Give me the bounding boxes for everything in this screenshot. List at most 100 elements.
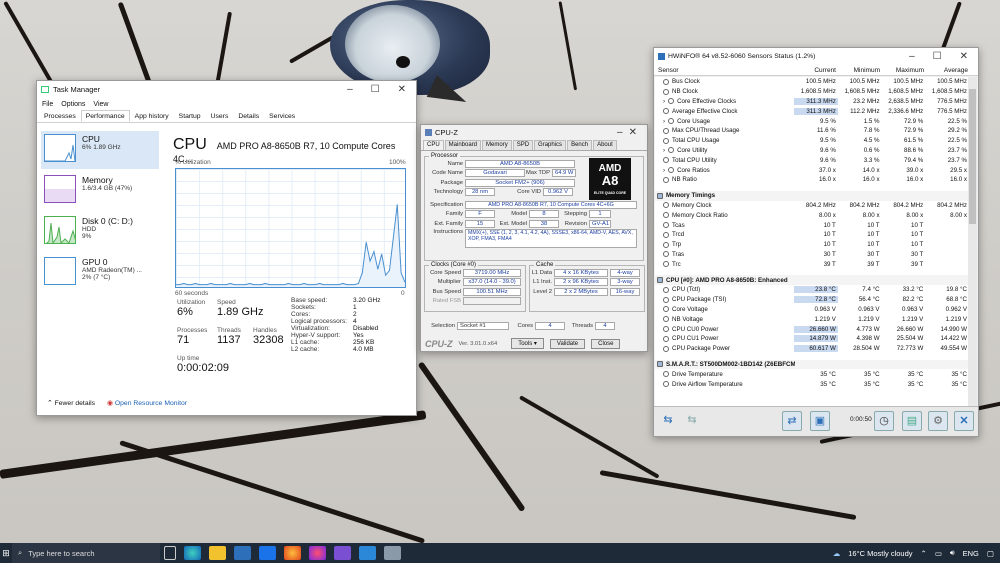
column-header-maximum[interactable]: Maximum xyxy=(882,67,926,74)
sensor-row[interactable]: › Core Usage 9.5 % 1.5 % 72.9 % 22.5 % xyxy=(655,116,969,126)
clock-icon[interactable]: ◷ xyxy=(874,411,894,431)
sensor-row[interactable]: Trc 39 T 39 T 39 T xyxy=(655,259,969,269)
sensor-row[interactable]: Average Effective Clock 311.3 MHz 112.2 MH… xyxy=(655,106,969,116)
weather-icon[interactable]: ☁ xyxy=(833,549,841,558)
edge-icon[interactable] xyxy=(184,546,201,560)
expand-chevron-icon[interactable]: › xyxy=(663,167,665,174)
open-resource-monitor-link[interactable]: ◉ Open Resource Monitor xyxy=(107,399,187,407)
tab-app-history[interactable]: App history xyxy=(130,110,174,122)
minimize-icon[interactable]: – xyxy=(909,51,915,62)
socket-select[interactable]: Socket #1 xyxy=(457,321,509,330)
tab-startup[interactable]: Startup xyxy=(174,110,206,122)
sensor-row[interactable]: Drive Temperature 35 °C 35 °C 35 °C 35 °C xyxy=(655,369,969,379)
sidebar-item-gpu[interactable]: GPU 0 AMD Radeon(TM) ... 2% (7 °C) xyxy=(41,254,159,292)
sensor-row[interactable]: Core Voltage 0.963 V 0.963 V 0.963 V 0.962 V xyxy=(655,305,969,315)
sensor-row[interactable]: CPU CU1 Power 14.879 W 4.398 W 25.504 W 14.4… xyxy=(655,334,969,344)
vertical-scrollbar[interactable] xyxy=(968,77,977,407)
sensor-row[interactable]: NB Voltage 1.219 V 1.219 V 1.219 V 1.219 V xyxy=(655,314,969,324)
minimize-icon[interactable]: – xyxy=(617,127,623,138)
expand-chevron-icon[interactable]: › xyxy=(663,147,665,154)
tab-processes[interactable]: Processes xyxy=(39,110,81,122)
firefox-icon[interactable] xyxy=(284,546,301,560)
sensor-row[interactable]: Max CPU/Thread Usage 11.6 % 7.8 % 72.9 % 29.… xyxy=(655,126,969,136)
hwinfo-titlebar[interactable]: HWiNFO® 64 v8.52-6060 Sensors Status (1.… xyxy=(654,48,978,65)
tab-cpu[interactable]: CPU xyxy=(423,140,444,150)
network-icon[interactable]: ⇄ xyxy=(782,411,802,431)
sidebar-item-cpu[interactable]: CPU 6% 1.89 GHz xyxy=(41,131,159,169)
column-header-current[interactable]: Current xyxy=(794,67,838,74)
maximize-icon[interactable]: ☐ xyxy=(933,51,942,62)
minimize-icon[interactable]: – xyxy=(347,84,353,95)
tab-graphics[interactable]: Graphics xyxy=(534,140,567,150)
settings-icon[interactable]: ⚙ xyxy=(928,411,948,431)
sensor-row[interactable]: CPU (Tctl) 23.8 °C 7.4 °C 33.2 °C 19.8 °C xyxy=(655,285,969,295)
weather-text[interactable]: 16°C Mostly cloudy xyxy=(848,549,912,558)
search-box[interactable]: ⌕ Type here to search xyxy=(12,543,160,563)
firefox-alt-icon[interactable] xyxy=(309,546,326,560)
sensor-table[interactable]: Bus Clock 100.5 MHz 100.5 MHz 100.5 MHz 100.… xyxy=(655,77,969,407)
scrollbar-thumb[interactable] xyxy=(969,89,976,224)
maximize-icon[interactable]: ☐ xyxy=(371,84,380,95)
mail-icon[interactable] xyxy=(259,546,276,560)
start-button[interactable]: ⊞ xyxy=(0,543,12,563)
sensor-row[interactable]: › Core Effective Clocks 311.3 MHz 23.2 MHz 2… xyxy=(655,97,969,107)
sensor-row[interactable]: Trcd 10 T 10 T 10 T xyxy=(655,230,969,240)
close-icon[interactable]: ✕ xyxy=(960,51,968,62)
tab-users[interactable]: Users xyxy=(206,110,234,122)
sensor-row[interactable]: Tras 30 T 30 T 30 T xyxy=(655,250,969,260)
store-icon[interactable] xyxy=(234,546,251,560)
tab-mainboard[interactable]: Mainboard xyxy=(444,140,482,150)
validate-button[interactable]: Validate xyxy=(549,338,586,349)
sensor-row[interactable]: Memory Clock 804.2 MHz 804.2 MHz 804.2 MHz 8… xyxy=(655,201,969,211)
notification-icon[interactable]: ▢ xyxy=(987,549,994,558)
tray-chevron-icon[interactable]: ⌃ xyxy=(921,549,927,558)
sensor-row[interactable]: Tcas 10 T 10 T 10 T xyxy=(655,220,969,230)
expand-chevron-icon[interactable]: › xyxy=(663,98,665,105)
expand-chevron-icon[interactable]: › xyxy=(663,118,665,125)
network-tray-icon[interactable]: ▭ xyxy=(935,549,942,558)
language-indicator[interactable]: ENG xyxy=(963,549,979,558)
tools-button[interactable]: Tools ▾ xyxy=(511,338,544,349)
sensor-section-header[interactable]: S.M.A.R.T.: ST500DM002-1BD142 (Z6EBFCMH)… xyxy=(655,359,969,370)
sensor-row[interactable]: Drive Airflow Temperature 35 °C 35 °C 35 °C… xyxy=(655,379,969,389)
sensor-row[interactable]: CPU CU0 Power 26.660 W 4.773 W 26.660 W 14.9… xyxy=(655,324,969,334)
nav-arrows-icon[interactable]: ⇆ xyxy=(658,411,678,431)
sensor-row[interactable]: Bus Clock 100.5 MHz 100.5 MHz 100.5 MHz 100.… xyxy=(655,77,969,87)
column-header-minimum[interactable]: Minimum xyxy=(838,67,882,74)
sensor-row[interactable]: Total CPU Utility 9.6 % 3.3 % 79.4 % 23.7 % xyxy=(655,155,969,165)
sensor-row[interactable]: › Core Ratios 37.0 x 14.0 x 39.0 x 29.5 x xyxy=(655,165,969,175)
cpuz-titlebar[interactable]: CPU-Z – ✕ xyxy=(421,125,647,140)
cpuz-taskbar-icon[interactable] xyxy=(384,546,401,560)
sensor-row[interactable]: Total CPU Usage 9.5 % 4.5 % 61.5 % 22.5 % xyxy=(655,136,969,146)
tab-memory[interactable]: Memory xyxy=(482,140,512,150)
tab-performance[interactable]: Performance xyxy=(80,110,130,122)
sensor-row[interactable]: › Core Utility 9.6 % 0.6 % 88.6 % 23.7 % xyxy=(655,146,969,156)
volume-icon[interactable]: 🔊︎ xyxy=(950,548,955,558)
file-explorer-icon[interactable] xyxy=(209,546,226,560)
column-header-average[interactable]: Average xyxy=(926,67,970,74)
tab-about[interactable]: About xyxy=(593,140,617,150)
menu-options[interactable]: Options xyxy=(61,101,85,108)
close-icon[interactable]: ✕ xyxy=(398,84,406,95)
cpuz-window[interactable]: CPU-Z – ✕ CPU Mainboard Memory SPD Graphi… xyxy=(420,124,648,352)
task-view-icon[interactable] xyxy=(164,546,176,560)
report-icon[interactable]: ▤ xyxy=(902,411,922,431)
tab-details[interactable]: Details xyxy=(233,110,264,122)
nav-arrows-alt-icon[interactable]: ⇆ xyxy=(682,411,702,431)
task-manager-titlebar[interactable]: Task Manager – ☐ ✕ xyxy=(37,81,416,98)
sensor-section-header[interactable]: CPU [#0]: AMD PRO A8-8650B: Enhanced xyxy=(655,275,969,285)
sensor-section-header[interactable]: Memory Timings xyxy=(655,190,969,201)
sensor-row[interactable]: Trp 10 T 10 T 10 T xyxy=(655,240,969,250)
task-manager-window[interactable]: Task Manager – ☐ ✕ File Options View Pro… xyxy=(36,80,417,416)
close-button[interactable]: Close xyxy=(591,338,621,349)
column-header-sensor[interactable]: Sensor xyxy=(654,67,794,74)
menu-view[interactable]: View xyxy=(93,101,108,108)
tab-bench[interactable]: Bench xyxy=(567,140,593,150)
tab-services[interactable]: Services xyxy=(264,110,300,122)
taskmanager-icon[interactable] xyxy=(359,546,376,560)
sensor-row[interactable]: CPU Package (TSI) 72.8 °C 56.4 °C 82.2 °C 68… xyxy=(655,295,969,305)
sensor-row[interactable]: NB Ratio 16.0 x 16.0 x 16.0 x 16.0 x xyxy=(655,175,969,185)
close-icon[interactable]: ✕ xyxy=(629,127,637,138)
sidebar-item-disk[interactable]: Disk 0 (C: D:) HDD 9% xyxy=(41,213,159,251)
sensor-row[interactable]: NB Clock 1,608.5 MHz 1,608.5 MHz 1,608.5 MH… xyxy=(655,87,969,97)
